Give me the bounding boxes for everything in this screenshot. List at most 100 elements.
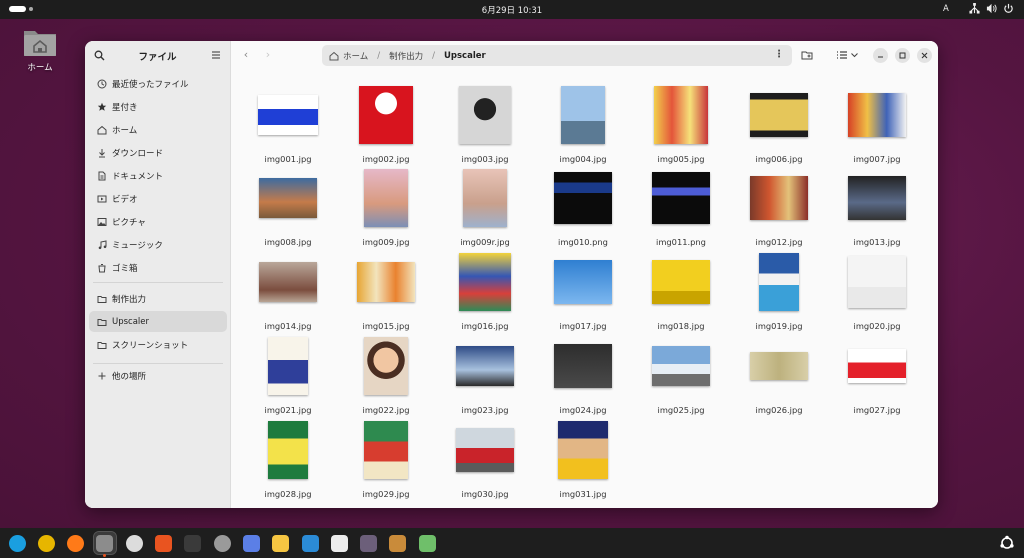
file-item[interactable]: img012.jpg	[734, 162, 824, 247]
show-apps-icon[interactable]	[996, 532, 1018, 554]
path-home[interactable]: ホーム	[343, 50, 368, 62]
sidebar-item-place-7[interactable]: ミュージック	[89, 234, 227, 255]
maximize-icon	[899, 52, 906, 59]
new-folder-icon[interactable]	[801, 49, 813, 61]
file-item[interactable]: img017.jpg	[538, 246, 628, 331]
image-thumbnail	[554, 344, 612, 388]
image-thumbnail	[652, 260, 710, 304]
image-thumbnail	[456, 346, 514, 386]
input-method-indicator[interactable]: A	[943, 4, 949, 14]
chat-icon[interactable]	[123, 532, 145, 554]
sidebar-item-bookmark-2[interactable]: スクリーンショット	[89, 334, 227, 355]
clock[interactable]: 6月29日 10:31	[0, 4, 1024, 16]
gimp-icon[interactable]	[358, 532, 380, 554]
file-item[interactable]: img029.jpg	[341, 414, 431, 499]
appcenter-icon[interactable]	[153, 532, 175, 554]
chrome-icon[interactable]	[35, 532, 57, 554]
image-thumbnail	[750, 93, 808, 137]
sidebar-item-place-2[interactable]: ホーム	[89, 119, 227, 140]
gimp-glyph	[360, 534, 378, 552]
vscode-icon[interactable]	[299, 532, 321, 554]
files-icon[interactable]	[92, 531, 117, 555]
file-item[interactable]: img024.jpg	[538, 330, 628, 415]
vscode-glyph	[301, 534, 319, 552]
screenshot-glyph	[242, 534, 260, 552]
power-icon	[1004, 3, 1013, 13]
sidebar-item-place-5[interactable]: ビデオ	[89, 188, 227, 209]
chrome-glyph	[37, 534, 55, 552]
file-item[interactable]: img002.jpg	[341, 79, 431, 164]
sidebar-item-bookmark-1[interactable]: Upscaler	[89, 311, 227, 332]
file-item[interactable]: img009r.jpg	[440, 162, 530, 247]
inkscape-glyph	[330, 534, 348, 552]
file-item[interactable]: img014.jpg	[243, 246, 333, 331]
file-item[interactable]: img022.jpg	[341, 330, 431, 415]
close-button[interactable]	[917, 48, 932, 63]
file-item[interactable]: img030.jpg	[440, 414, 530, 499]
terminal-icon[interactable]	[182, 532, 204, 554]
file-item[interactable]: img005.jpg	[636, 79, 726, 164]
path-menu-button[interactable]: ⋮	[774, 49, 784, 60]
sidebar-item-bookmark-0[interactable]: 制作出力	[89, 288, 227, 309]
file-item[interactable]: img019.jpg	[734, 246, 824, 331]
image-thumbnail	[848, 176, 906, 220]
sidebar-item-other-locations[interactable]: 他の場所	[89, 365, 227, 386]
path-bar[interactable]: ホーム / 制作出力 / Upscaler ⋮	[322, 45, 792, 66]
sidebar-item-place-4[interactable]: ドキュメント	[89, 165, 227, 186]
minimize-button[interactable]	[873, 48, 888, 63]
running-indicator	[103, 554, 107, 557]
file-item[interactable]: img031.jpg	[538, 414, 628, 499]
image-thumbnail	[359, 86, 413, 144]
file-item[interactable]: img004.jpg	[538, 79, 628, 164]
file-item[interactable]: img023.jpg	[440, 330, 530, 415]
file-item[interactable]: img009.jpg	[341, 162, 431, 247]
sidebar-item-place-3[interactable]: ダウンロード	[89, 142, 227, 163]
inkscape-icon[interactable]	[328, 532, 350, 554]
screenshot-icon[interactable]	[240, 532, 262, 554]
file-item[interactable]: img015.jpg	[341, 246, 431, 331]
sidebar-item-place-1[interactable]: 星付き	[89, 96, 227, 117]
maximize-button[interactable]	[895, 48, 910, 63]
file-item[interactable]: img021.jpg	[243, 330, 333, 415]
trash-dock-icon[interactable]	[416, 532, 438, 554]
file-item[interactable]: img011.png	[636, 162, 726, 247]
file-item[interactable]: img013.jpg	[832, 162, 922, 247]
hamburger-menu-icon[interactable]	[211, 50, 221, 60]
firefox-icon[interactable]	[65, 532, 87, 554]
image-thumbnail	[258, 95, 318, 135]
list-view-icon[interactable]	[836, 49, 848, 61]
edge-icon[interactable]	[6, 532, 28, 554]
file-item[interactable]: img025.jpg	[636, 330, 726, 415]
file-item[interactable]: img010.png	[538, 162, 628, 247]
settings-icon[interactable]	[211, 532, 233, 554]
sidebar-item-place-8[interactable]: ゴミ箱	[89, 257, 227, 278]
file-item[interactable]: img006.jpg	[734, 79, 824, 164]
header-bar: ‹ › ホーム / 制作出力 / Upscaler ⋮	[231, 41, 938, 70]
path-current[interactable]: Upscaler	[444, 51, 486, 61]
path-segment[interactable]: 制作出力	[389, 50, 423, 62]
trash-icon	[96, 262, 107, 273]
library-icon[interactable]	[387, 532, 409, 554]
sidebar-item-place-0[interactable]: 最近使ったファイル	[89, 73, 227, 94]
sidebar-item-label: 他の場所	[112, 371, 147, 382]
back-button[interactable]: ‹	[239, 48, 253, 62]
sidebar-item-place-6[interactable]: ピクチャ	[89, 211, 227, 232]
forward-button[interactable]: ›	[261, 48, 275, 62]
desktop-home-folder[interactable]: ホーム	[18, 27, 62, 73]
chevron-down-icon[interactable]	[850, 49, 859, 61]
file-item[interactable]: img008.jpg	[243, 162, 333, 247]
file-item[interactable]: img028.jpg	[243, 414, 333, 499]
notes-icon[interactable]	[270, 532, 292, 554]
image-thumbnail	[364, 169, 408, 227]
file-item[interactable]: img018.jpg	[636, 246, 726, 331]
file-item[interactable]: img027.jpg	[832, 330, 922, 415]
file-item[interactable]: img001.jpg	[243, 79, 333, 164]
file-item[interactable]: img020.jpg	[832, 246, 922, 331]
files-window: ファイル 最近使ったファイル 星付き ホーム ダウンロード ドキュメント ビデオ ピクチャミ…	[85, 41, 938, 508]
system-tray[interactable]	[969, 3, 1014, 14]
file-item[interactable]: img003.jpg	[440, 79, 530, 164]
file-item[interactable]: img016.jpg	[440, 246, 530, 331]
file-item[interactable]: img026.jpg	[734, 330, 824, 415]
file-item[interactable]: img007.jpg	[832, 79, 922, 164]
plus-icon	[96, 370, 107, 381]
